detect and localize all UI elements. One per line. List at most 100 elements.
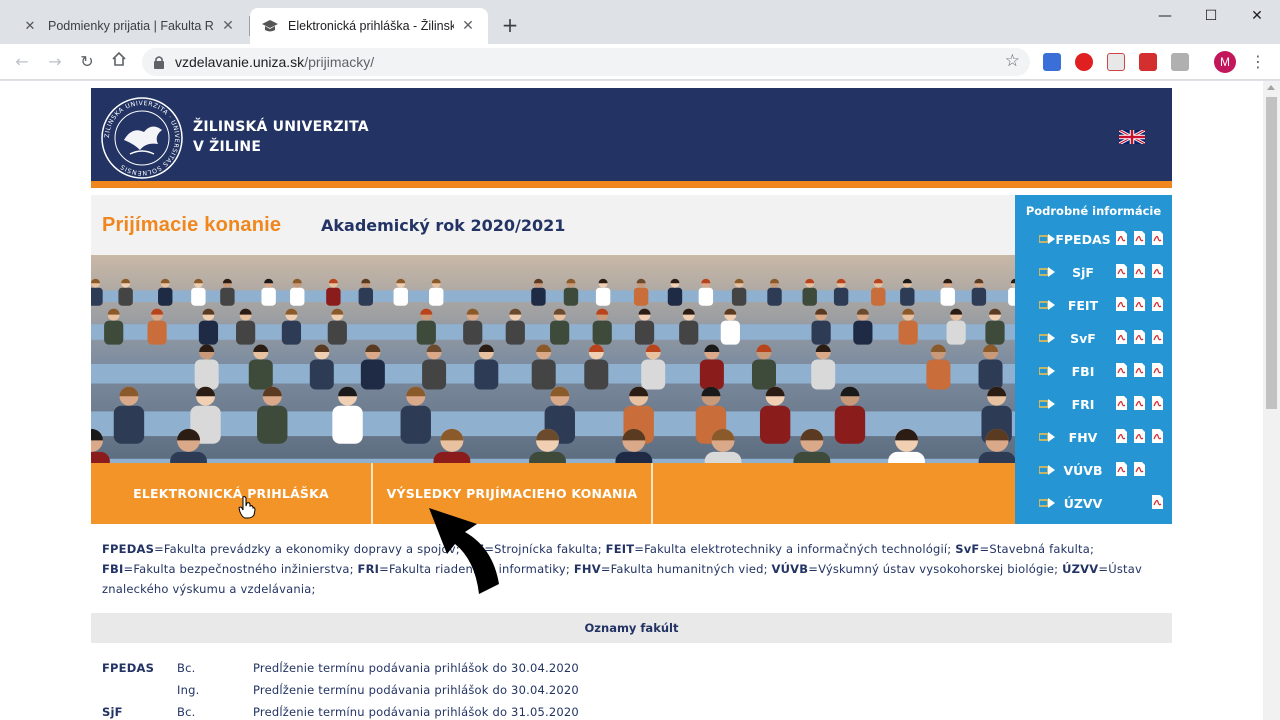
pdf-icon[interactable] bbox=[1116, 429, 1127, 443]
forward-arrow-icon[interactable]: → bbox=[43, 50, 67, 74]
pdf-icon[interactable] bbox=[1152, 297, 1163, 311]
faculty-row: SvF bbox=[1015, 323, 1172, 356]
faculty-link[interactable]: FRI bbox=[1055, 397, 1111, 412]
hero-band: Prijímacie konanie Akademický rok 2020/2… bbox=[91, 195, 1015, 255]
pdf-icon[interactable] bbox=[1152, 363, 1163, 377]
pdf-icon[interactable] bbox=[1152, 264, 1163, 278]
electronic-application-button[interactable]: ELEKTRONICKÁ PRIHLÁŠKA bbox=[91, 463, 371, 524]
extension-cast-icon[interactable] bbox=[1107, 53, 1125, 71]
arrow-right-icon bbox=[1039, 267, 1055, 277]
pdf-icon[interactable] bbox=[1152, 231, 1163, 245]
tab-close-icon[interactable]: ✕ bbox=[460, 18, 476, 34]
faculty-link[interactable]: SvF bbox=[1055, 331, 1111, 346]
pdf-icon[interactable] bbox=[1116, 330, 1127, 344]
pdf-icon[interactable] bbox=[1134, 231, 1145, 245]
side-panel-title: Podrobné informácie bbox=[1025, 204, 1162, 218]
profile-avatar[interactable]: M bbox=[1214, 51, 1236, 73]
new-tab-button[interactable]: + bbox=[498, 14, 522, 38]
pdf-icon[interactable] bbox=[1116, 297, 1127, 311]
faculty-link[interactable]: ÚZVV bbox=[1055, 496, 1111, 511]
pdf-icon[interactable] bbox=[1116, 462, 1127, 476]
extension-gray-icon[interactable] bbox=[1171, 53, 1189, 71]
back-arrow-icon[interactable]: ← bbox=[10, 50, 34, 74]
faculty-link[interactable]: SjF bbox=[1055, 265, 1111, 280]
pdf-icon[interactable] bbox=[1116, 264, 1127, 278]
tab-title: Podmienky prijatia | Fakulta Riadenia bbox=[48, 19, 214, 33]
minimize-button[interactable]: — bbox=[1142, 0, 1188, 32]
legend-name: =Stavebná fakulta; bbox=[979, 542, 1095, 556]
uk-flag-icon[interactable] bbox=[1119, 130, 1145, 144]
pdf-icon[interactable] bbox=[1134, 363, 1145, 377]
pdf-icon[interactable] bbox=[1134, 396, 1145, 410]
bookmark-star-icon[interactable]: ☆ bbox=[1005, 51, 1020, 71]
university-name-line1: ŽILINSKÁ UNIVERZITA bbox=[193, 119, 369, 135]
faculty-row: FRI bbox=[1015, 389, 1172, 422]
browser-menu-icon[interactable]: ⋮ bbox=[1248, 52, 1268, 71]
faculty-link[interactable]: FPEDAS bbox=[1055, 232, 1111, 247]
faculty-link[interactable]: FHV bbox=[1055, 430, 1111, 445]
pdf-icon[interactable] bbox=[1152, 429, 1163, 443]
legend-abbr: FHV bbox=[573, 562, 601, 576]
pdf-icon[interactable] bbox=[1134, 264, 1145, 278]
legend-name: =Fakulta elektrotechniky a informačných … bbox=[634, 542, 956, 556]
extension-video-icon[interactable] bbox=[1139, 53, 1157, 71]
faculty-link[interactable]: FEIT bbox=[1055, 298, 1111, 313]
legend-abbr: VÚVB bbox=[771, 562, 809, 576]
faculty-row: VÚVB bbox=[1015, 455, 1172, 488]
pdf-icon[interactable] bbox=[1116, 363, 1127, 377]
legend-abbr: FRI bbox=[357, 562, 380, 576]
news-faculty: SjF bbox=[102, 705, 123, 719]
faculty-link[interactable]: VÚVB bbox=[1055, 463, 1111, 478]
pdf-icon[interactable] bbox=[1152, 330, 1163, 344]
arrow-right-icon bbox=[1039, 366, 1055, 376]
reload-icon[interactable]: ↻ bbox=[75, 50, 99, 74]
university-seal-logo[interactable]: ZILINSKA UNIVERZITA · UNIVERSITAS SOLNEN… bbox=[100, 96, 184, 180]
tab-title: Elektronická prihláška - Žilinská univer… bbox=[288, 19, 454, 33]
close-window-button[interactable]: ✕ bbox=[1234, 0, 1280, 32]
pdf-icon[interactable] bbox=[1116, 231, 1127, 245]
news-link[interactable]: Predĺženie termínu podávania prihlášok d… bbox=[253, 661, 1053, 675]
tab-prihlaska[interactable]: Elektronická prihláška - Žilinská univer… bbox=[250, 8, 488, 44]
legend-name: =Fakulta prevádzky a ekonomiky dopravy a… bbox=[154, 542, 464, 556]
faculty-row: FBI bbox=[1015, 356, 1172, 389]
graduation-cap-favicon-icon bbox=[262, 18, 278, 34]
tab-close-icon[interactable]: ✕ bbox=[220, 18, 236, 34]
legend-name: =Fakulta humanitných vied; bbox=[600, 562, 772, 576]
arrow-right-icon bbox=[1039, 399, 1055, 409]
legend-abbr: FPEDAS bbox=[102, 542, 155, 556]
scrollbar-thumb[interactable] bbox=[1266, 97, 1277, 409]
extension-opera-icon[interactable] bbox=[1075, 53, 1093, 71]
scroll-up-icon[interactable] bbox=[1267, 85, 1275, 90]
tab-podmienky[interactable]: ✕ Podmienky prijatia | Fakulta Riadenia … bbox=[10, 8, 248, 44]
maximize-button[interactable]: ☐ bbox=[1188, 0, 1234, 32]
faculty-link[interactable]: FBI bbox=[1055, 364, 1111, 379]
address-bar[interactable]: vzdelavanie.uniza.sk/prijimacky/ ☆ bbox=[142, 48, 1030, 76]
news-degree: Bc. bbox=[177, 705, 196, 719]
legend-abbr: ÚZVV bbox=[1062, 562, 1099, 576]
news-link[interactable]: Predĺženie termínu podávania prihlášok d… bbox=[253, 683, 1053, 697]
pdf-icon[interactable] bbox=[1152, 396, 1163, 410]
university-name[interactable]: ŽILINSKÁ UNIVERZITA V ŽILINE bbox=[193, 117, 369, 157]
news-degree: Ing. bbox=[177, 683, 200, 697]
pdf-icon[interactable] bbox=[1134, 330, 1145, 344]
pdf-icon[interactable] bbox=[1116, 396, 1127, 410]
legend-abbr: FBI bbox=[102, 562, 124, 576]
page-scrollbar[interactable] bbox=[1263, 81, 1280, 720]
browser-toolbar: ← → ↻ vzdelavanie.uniza.sk/prijimacky/ ☆… bbox=[0, 44, 1280, 80]
news-faculty: FPEDAS bbox=[102, 661, 155, 675]
extension-blue-icon[interactable] bbox=[1043, 53, 1061, 71]
faculty-row: FHV bbox=[1015, 422, 1172, 455]
legend-abbr: FEIT bbox=[605, 542, 635, 556]
home-icon[interactable] bbox=[107, 50, 131, 74]
hand-cursor-icon bbox=[238, 496, 256, 519]
annotation-arrow-icon bbox=[429, 508, 499, 594]
cta-empty-slot bbox=[653, 463, 1015, 524]
faculty-news-heading: Oznamy fakúlt bbox=[91, 613, 1172, 643]
pdf-icon[interactable] bbox=[1152, 495, 1163, 509]
pdf-icon[interactable] bbox=[1134, 429, 1145, 443]
legend-name: =Výskumný ústav vysokohorskej biológie; bbox=[808, 562, 1063, 576]
pdf-icon[interactable] bbox=[1134, 297, 1145, 311]
faculty-row: ÚZVV bbox=[1015, 488, 1172, 521]
news-link[interactable]: Predĺženie termínu podávania prihlášok d… bbox=[253, 705, 1053, 719]
pdf-icon[interactable] bbox=[1134, 462, 1145, 476]
